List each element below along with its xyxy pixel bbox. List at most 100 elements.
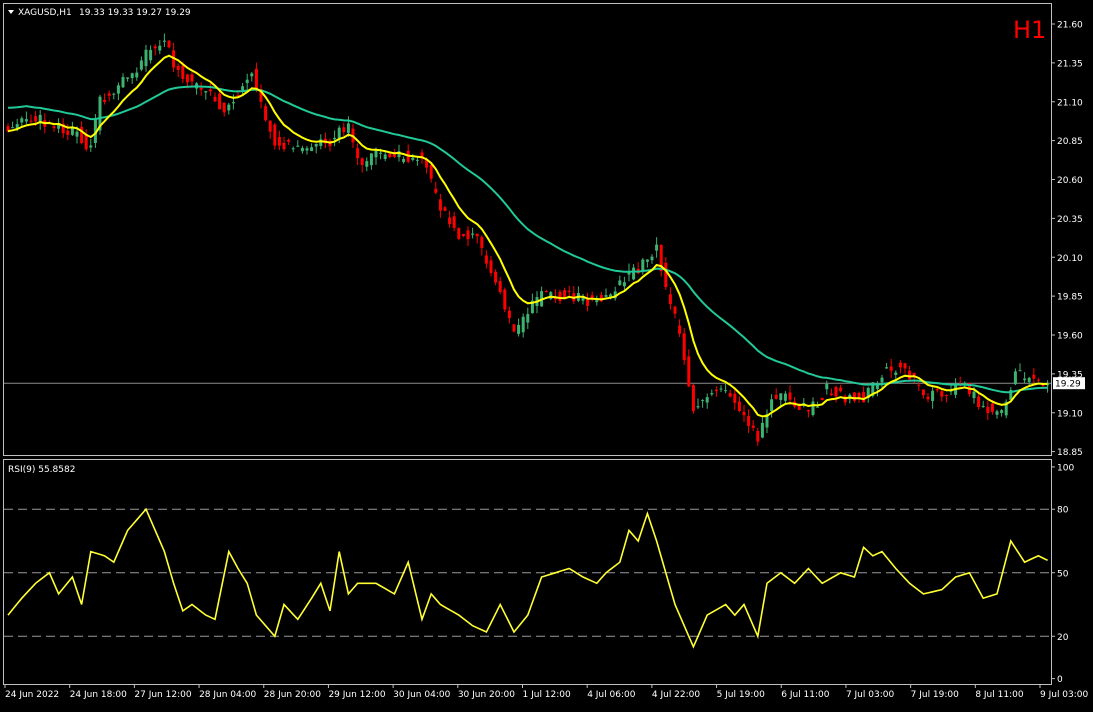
- candle: [981, 400, 985, 408]
- candle: [756, 427, 760, 446]
- candle-body: [484, 255, 488, 264]
- candle: [107, 90, 111, 102]
- candle-body: [471, 233, 475, 235]
- candle-body: [116, 85, 120, 94]
- triangle-down-icon[interactable]: [8, 10, 14, 14]
- candle: [24, 111, 28, 124]
- candle: [691, 383, 695, 414]
- candle-body: [314, 143, 318, 147]
- candle: [1004, 399, 1008, 419]
- time-tick-label: 30 Jun 20:00: [458, 690, 515, 700]
- price-tick-label: 19.10: [1057, 409, 1083, 419]
- candle: [268, 120, 272, 139]
- candle: [572, 286, 576, 304]
- candle-body: [783, 393, 787, 401]
- rsi-tick-label: 50: [1057, 569, 1069, 579]
- time-tick-label: 30 Jun 04:00: [393, 690, 450, 700]
- candle-body: [121, 77, 125, 88]
- candle: [310, 143, 314, 152]
- rsi-header-label: RSI(9) 55.8582: [8, 465, 75, 475]
- candle: [195, 82, 199, 95]
- candle: [190, 70, 194, 88]
- candle-body: [112, 93, 116, 95]
- candle-body: [507, 310, 511, 318]
- candle: [857, 391, 861, 403]
- candle-body: [779, 393, 783, 401]
- candle-body: [834, 387, 838, 397]
- candle: [300, 145, 304, 154]
- candle-body: [89, 145, 93, 148]
- candle-body: [319, 139, 323, 146]
- candle: [719, 385, 723, 393]
- candle-body: [710, 393, 714, 395]
- candle: [806, 409, 810, 418]
- candle: [668, 287, 672, 310]
- candle: [567, 285, 571, 298]
- slow-moving-average: [7, 85, 1048, 394]
- candle-body: [333, 137, 337, 140]
- candle-body: [1000, 410, 1004, 413]
- trading-chart[interactable]: 21.60 21.35 21.10 20.85 20.60 20.35 20.10 19.85…: [0, 0, 1093, 708]
- candle: [314, 143, 318, 154]
- candle-body: [668, 294, 672, 305]
- time-tick-label: 5 Jul 19:00: [717, 690, 766, 700]
- candle: [429, 163, 433, 183]
- candle: [843, 394, 847, 406]
- price-tick-label: 18.85: [1057, 448, 1083, 458]
- candle-body: [434, 188, 438, 193]
- candle-body: [158, 45, 162, 51]
- candle-body: [296, 145, 300, 147]
- candle: [342, 122, 346, 136]
- candle-body: [466, 230, 470, 240]
- candle-body: [452, 216, 456, 228]
- candle: [590, 291, 594, 302]
- candle: [1018, 363, 1022, 372]
- time-tick-label: 4 Jul 06:00: [587, 690, 636, 700]
- candle: [305, 145, 309, 155]
- candle: [452, 211, 456, 232]
- candle: [908, 366, 912, 381]
- candle: [162, 33, 166, 48]
- candle: [457, 227, 461, 241]
- candle: [944, 394, 948, 403]
- candle: [1009, 387, 1013, 401]
- candle-body: [291, 148, 295, 150]
- candle-body: [34, 116, 38, 122]
- candle: [1027, 376, 1031, 386]
- candle-body: [696, 406, 700, 408]
- candle-body: [300, 147, 304, 152]
- candle: [747, 409, 751, 433]
- candle-body: [489, 260, 493, 273]
- candle-body: [1036, 379, 1040, 381]
- price-tick-label: 21.35: [1057, 59, 1083, 69]
- candle: [489, 256, 493, 277]
- candle: [222, 102, 226, 117]
- candle: [89, 138, 93, 152]
- candle-body: [816, 406, 820, 408]
- ohlc-values: 19.33 19.33 19.27 19.29: [79, 8, 191, 18]
- candle-body: [130, 73, 134, 79]
- candle: [250, 72, 254, 82]
- candle-body: [273, 124, 277, 146]
- candle-body: [494, 271, 498, 283]
- candle-body: [107, 93, 111, 96]
- candle: [650, 254, 654, 264]
- candle-body: [1018, 370, 1022, 372]
- candle: [641, 257, 645, 275]
- candle: [613, 286, 617, 301]
- candle-body: [728, 393, 732, 397]
- candle-body: [204, 91, 208, 93]
- candle: [724, 383, 728, 394]
- candle: [112, 92, 116, 100]
- candle: [995, 409, 999, 419]
- candle-body: [429, 164, 433, 179]
- candle: [103, 93, 107, 105]
- chart-canvas[interactable]: 21.60 21.35 21.10 20.85 20.60 20.35 20.10 19.85…: [0, 0, 1093, 708]
- price-tick-label: 20.60: [1057, 176, 1083, 186]
- candle: [595, 295, 599, 306]
- time-tick-label: 1 Jul 12:00: [523, 690, 572, 700]
- candle-body: [567, 290, 571, 292]
- candle-body: [894, 372, 898, 375]
- time-tick-label: 24 Jun 2022: [5, 690, 59, 700]
- candle: [839, 384, 843, 393]
